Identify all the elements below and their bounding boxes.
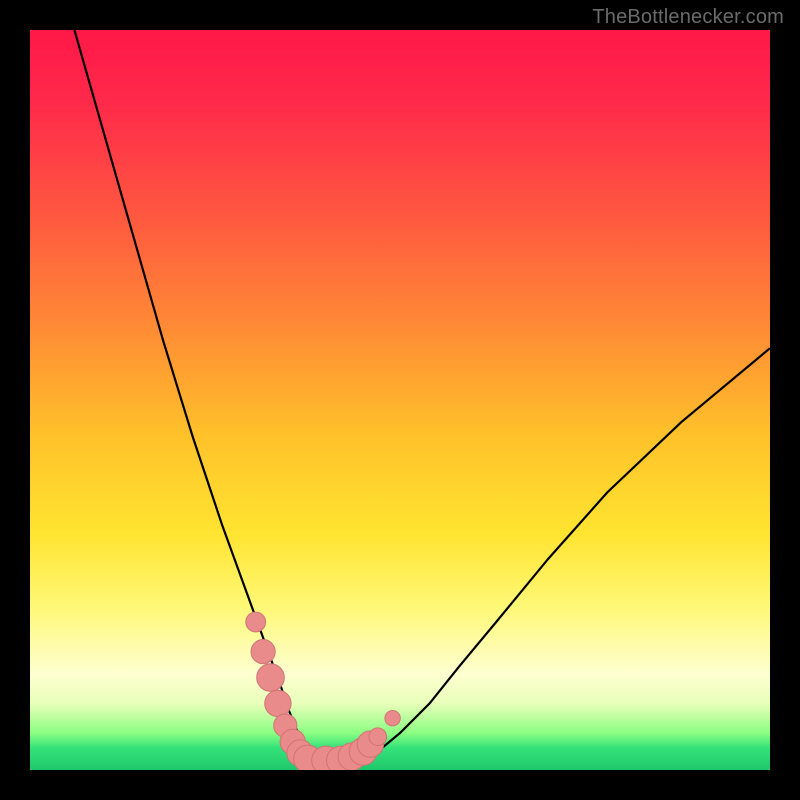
curve-marker <box>369 728 387 746</box>
plot-area <box>30 30 770 770</box>
bottleneck-curve <box>74 30 770 761</box>
curve-markers <box>246 612 400 770</box>
curve-marker <box>257 664 285 692</box>
curve-layer <box>30 30 770 770</box>
curve-marker <box>246 612 266 632</box>
chart-frame: TheBottlenecker.com <box>0 0 800 800</box>
curve-marker <box>265 690 291 716</box>
watermark-text: TheBottlenecker.com <box>592 6 784 29</box>
curve-marker <box>385 711 400 726</box>
curve-marker <box>251 640 275 664</box>
